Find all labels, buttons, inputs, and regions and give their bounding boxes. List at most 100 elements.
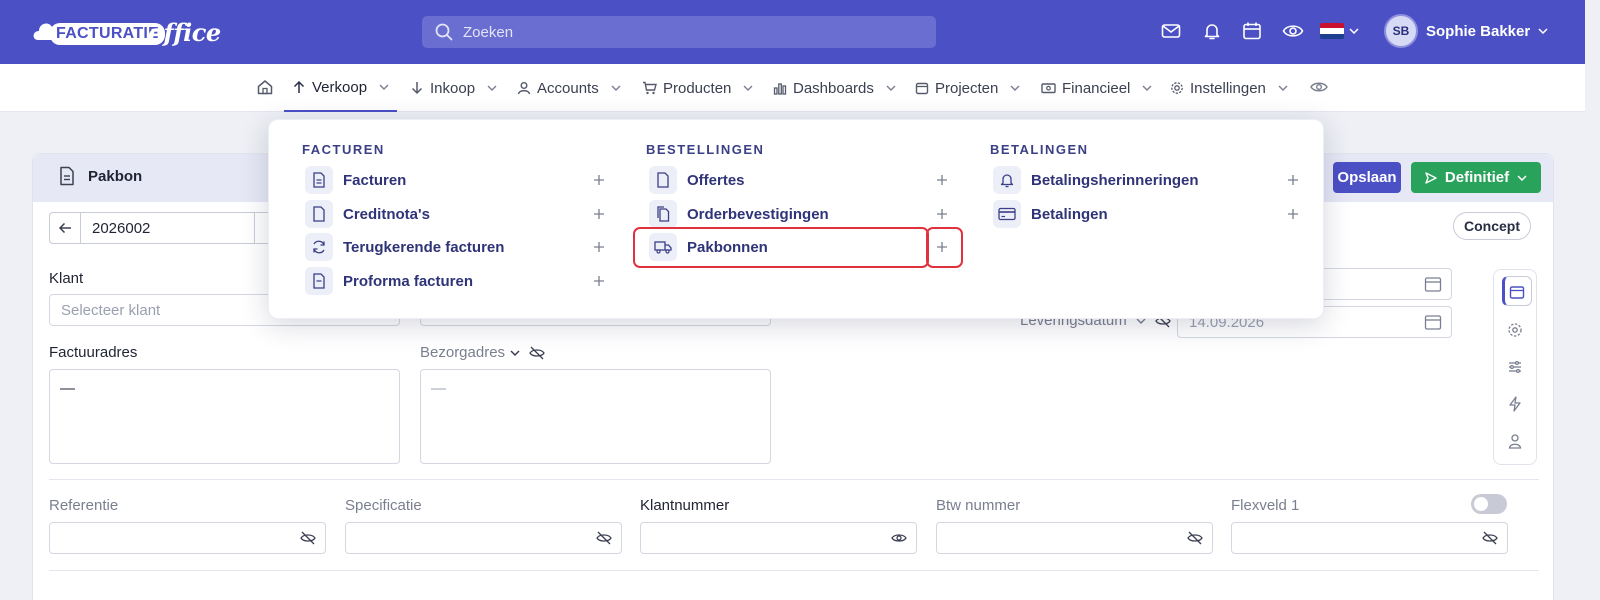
menu-item-terugkerende-facturen[interactable]: Terugkerende facturen — [305, 233, 504, 261]
avatar[interactable]: SB — [1384, 14, 1418, 48]
menu-item-label: Creditnota's — [343, 205, 430, 223]
menu-item-label: Terugkerende facturen — [343, 238, 505, 256]
save-button[interactable]: Opslaan — [1333, 162, 1401, 193]
eye-off-icon[interactable] — [596, 531, 612, 545]
field-label-flexveld-1: Flexveld 1 — [1231, 497, 1300, 514]
eye-off-icon[interactable] — [1187, 531, 1203, 545]
flexfield-toggle[interactable] — [1471, 494, 1507, 514]
eye-off-icon[interactable] — [1482, 531, 1498, 545]
nav-producten[interactable]: Producten — [642, 64, 753, 112]
finalize-button[interactable]: Definitief — [1411, 162, 1541, 193]
nav-label: Instellingen — [1190, 79, 1266, 97]
reference-input[interactable] — [49, 522, 326, 554]
field-label-specificatie: Specificatie — [345, 497, 422, 514]
plus-icon[interactable] — [1287, 174, 1299, 186]
delivery-address-field[interactable]: — — [420, 369, 771, 464]
previous-button[interactable] — [49, 212, 81, 244]
home-icon[interactable] — [256, 78, 274, 96]
chevron-down-icon[interactable] — [1349, 28, 1359, 34]
calendar-tool[interactable] — [1502, 276, 1532, 306]
side-toolbar — [1493, 269, 1537, 465]
nav-label: Inkoop — [430, 79, 476, 97]
nav-accounts[interactable]: Accounts — [517, 64, 621, 112]
menu-item-betalingsherinneringen[interactable]: Betalingsherinneringen — [993, 166, 1199, 194]
gear-icon[interactable] — [1507, 322, 1523, 338]
nav-financieel[interactable]: Financieel — [1041, 64, 1152, 112]
nav-label: Dashboards — [793, 79, 874, 97]
billing-address-label: Factuuradres — [49, 344, 138, 361]
plus-icon[interactable] — [936, 174, 948, 186]
flag-nl-icon[interactable] — [1320, 23, 1344, 39]
money-icon — [1041, 83, 1056, 94]
bar-chart-icon — [773, 83, 787, 95]
bell-icon[interactable] — [1202, 21, 1222, 41]
chevron-down-icon[interactable] — [1538, 28, 1548, 34]
documents-icon — [649, 200, 677, 228]
chevron-down-icon — [487, 85, 497, 91]
nav-label: Accounts — [537, 79, 599, 97]
delivery-address-label: Bezorgadres — [420, 344, 506, 361]
eye-off-icon[interactable] — [529, 346, 545, 360]
menu-item-facturen[interactable]: Facturen — [305, 166, 406, 194]
status-badge[interactable]: Concept — [1453, 212, 1531, 240]
document-icon — [649, 166, 677, 194]
logo-office-text: office — [148, 18, 221, 47]
search-icon — [435, 23, 453, 41]
eye-icon[interactable] — [1282, 21, 1304, 41]
document-icon — [60, 166, 74, 186]
chevron-down-icon — [379, 84, 389, 90]
menu-item-creditnotas[interactable]: Creditnota's — [305, 200, 430, 228]
nav-label: Verkoop — [312, 78, 368, 96]
search-input[interactable]: Zoeken — [422, 16, 936, 48]
billing-address-field[interactable]: — — [49, 369, 400, 464]
send-icon — [1425, 171, 1437, 184]
eye-off-icon[interactable] — [300, 531, 316, 545]
user-name[interactable]: Sophie Bakker — [1426, 23, 1530, 40]
plus-icon[interactable] — [593, 241, 605, 253]
menu-item-offertes[interactable]: Offertes — [649, 166, 745, 194]
eye-icon[interactable] — [891, 531, 907, 545]
chevron-down-icon — [611, 85, 621, 91]
menu-item-proforma-facturen[interactable]: Proforma facturen — [305, 267, 473, 295]
calendar-icon[interactable] — [1424, 313, 1442, 331]
calendar-icon[interactable] — [1242, 21, 1262, 41]
nav-dashboards[interactable]: Dashboards — [773, 64, 896, 112]
specification-input[interactable] — [345, 522, 622, 554]
plus-icon[interactable] — [593, 275, 605, 287]
chevron-down-icon — [1278, 85, 1288, 91]
finalize-label: Definitief — [1444, 169, 1510, 186]
nav-projecten[interactable]: Projecten — [915, 64, 1020, 112]
menu-item-orderbevestigingen[interactable]: Orderbevestigingen — [649, 200, 829, 228]
document-number-input[interactable]: 2026002 — [80, 212, 255, 244]
nav-label: Producten — [663, 79, 732, 97]
chevron-down-icon[interactable] — [510, 350, 520, 356]
vat-number-input[interactable] — [936, 522, 1213, 554]
plus-icon[interactable] — [1287, 208, 1299, 220]
plus-icon[interactable] — [936, 208, 948, 220]
calendar-icon[interactable] — [1424, 275, 1442, 293]
nav-verkoop[interactable]: Verkoop — [284, 64, 398, 112]
eye-icon[interactable] — [1310, 79, 1328, 95]
chevron-down-icon — [886, 85, 896, 91]
menu-item-betalingen[interactable]: Betalingen — [993, 200, 1108, 228]
chevron-down-icon — [1517, 174, 1527, 181]
menu-item-label: Betalingen — [1031, 205, 1108, 223]
facturatie-office-logo[interactable]: FACTURATIE office — [30, 14, 221, 50]
flexfield-input[interactable] — [1231, 522, 1508, 554]
sliders-icon[interactable] — [1507, 359, 1523, 375]
nav-label: Projecten — [935, 79, 999, 97]
nav-inkoop[interactable]: Inkoop — [410, 64, 497, 112]
plus-icon[interactable] — [593, 208, 605, 220]
user-icon[interactable] — [1507, 433, 1523, 449]
nav-instellingen[interactable]: Instellingen — [1170, 64, 1288, 112]
menu-header-facturen: FACTUREN — [302, 142, 385, 157]
menu-header-betalingen: BETALINGEN — [990, 142, 1089, 157]
plus-icon[interactable] — [593, 174, 605, 186]
arrow-left-icon — [58, 222, 71, 234]
mail-icon[interactable] — [1161, 21, 1181, 41]
credit-card-icon — [993, 200, 1021, 228]
menu-item-label: Betalingsherinneringen — [1031, 171, 1199, 189]
customer-number-input[interactable] — [640, 522, 917, 554]
menu-item-label: Facturen — [343, 171, 407, 189]
lightning-icon[interactable] — [1507, 396, 1523, 412]
